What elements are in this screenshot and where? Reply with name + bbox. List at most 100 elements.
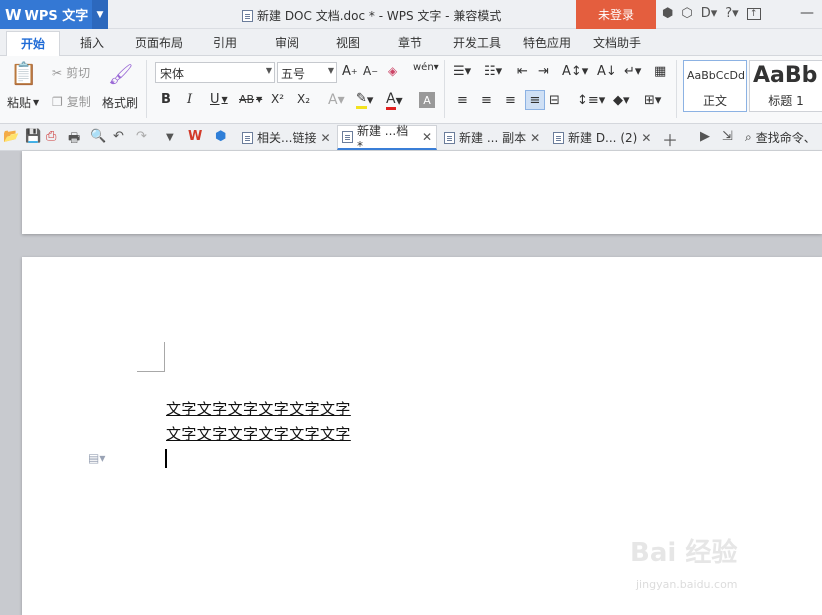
chevron-down-icon: ▼ [327,66,334,75]
borders-icon[interactable]: ⊞▾ [644,93,661,108]
redo-icon[interactable]: ↷ [136,129,147,144]
doc-tab[interactable]: 新建 ... 副本 ✕ [440,125,544,150]
page-previous[interactable] [22,151,822,234]
clear-format-icon[interactable]: ◈ [388,64,397,78]
close-icon[interactable]: ✕ [530,131,540,145]
line-spacing-icon[interactable]: ↕≡▾ [577,93,605,108]
document-icon [444,131,455,144]
wps-app-menu-button[interactable]: W WPS 文字 ▼ [0,0,108,29]
menu-bar: 开始 插入 页面布局 引用 审阅 视图 章节 开发工具 特色应用 文档助手 [0,29,822,57]
document-text-line[interactable]: 文字文字文字文字文字文字 [166,398,351,419]
tab-references[interactable]: 引用 [213,34,237,51]
undo-icon[interactable]: ↶ [113,129,124,144]
doc-tab-active[interactable]: 新建 ...档 * ✕ [337,124,437,153]
increase-indent-icon[interactable]: ⇥ [538,64,549,79]
divider [444,60,445,118]
wps-home-icon[interactable]: W [188,129,202,144]
login-button[interactable]: 未登录 [576,0,656,29]
tab-home[interactable]: 开始 [6,31,61,57]
grow-font-icon[interactable]: A + [342,64,358,79]
copy-button[interactable]: ❐ 复制 [52,93,91,110]
cut-button[interactable]: ✂ 剪切 [52,64,90,81]
tab-special-apps[interactable]: 特色应用 [523,34,571,51]
tab-review[interactable]: 审阅 [275,34,299,51]
app-name: WPS 文字 [24,9,89,24]
paragraph-options-icon[interactable]: ▤▾ [88,451,105,465]
highlight-icon[interactable]: ✎ ▾ [356,91,373,109]
justify-icon[interactable]: ≡ [525,90,545,110]
table-icon[interactable]: ▦ [654,64,666,79]
subscript-button[interactable]: X₂ [297,92,310,106]
window-title-text: 新建 DOC 文档.doc * - WPS 文字 - 兼容模式 [257,9,502,23]
bullet-list-icon[interactable]: ☰▾ [453,64,471,79]
format-painter-button[interactable]: 格式刷 [102,94,138,111]
align-right-icon[interactable]: ≡ [505,93,516,108]
close-icon[interactable]: ✕ [320,131,330,145]
save-icon[interactable]: 💾 [25,129,41,144]
close-icon[interactable]: ✕ [422,130,432,144]
tab-developer[interactable]: 开发工具 [453,34,501,51]
watermark-url: jingyan.baidu.com [636,578,738,591]
document-icon [242,131,253,144]
maximize-window-icon[interactable]: ↑ [746,7,761,20]
print-preview-icon[interactable]: 🔍 [90,129,106,144]
tab-insert[interactable]: 插入 [80,34,104,51]
underline-button[interactable]: U ▼ [210,92,228,107]
cloud-icon[interactable]: ⬡ [681,6,692,21]
tab-section[interactable]: 章节 [398,34,422,51]
doc-tab[interactable]: 新建 D... (2) ✕ [549,125,655,150]
decrease-indent-icon[interactable]: ⇤ [517,64,528,79]
minimize-button[interactable]: — [800,5,816,23]
paste-icon[interactable]: 📋 [10,62,37,87]
tab-page-layout[interactable]: 页面布局 [135,34,183,51]
chevron-down-icon[interactable]: ▼ [166,132,174,143]
share-icon[interactable]: ⇲ [722,129,733,144]
align-center-icon[interactable]: ≡ [481,93,492,108]
print-icon[interactable]: 🖶 [68,129,80,151]
paragraph-mark-icon[interactable]: ↵▾ [624,64,641,79]
text-direction-icon[interactable]: A↕▾ [562,64,588,79]
text-effect-icon[interactable]: A▾ [328,92,345,108]
font-color-icon[interactable]: A ▾ [386,91,403,110]
doc-tab[interactable]: 相关...链接 ✕ [238,125,335,150]
close-icon[interactable]: ✕ [641,131,651,145]
chevron-down-icon[interactable]: ▼ [92,0,108,29]
align-left-icon[interactable]: ≡ [457,93,468,108]
superscript-button[interactable]: X² [271,92,284,106]
document-icon [553,131,564,144]
style-heading-1[interactable]: AaBb 标题 1 [749,60,822,112]
distributed-align-icon[interactable]: ⊟ [549,93,560,108]
italic-button[interactable]: I [187,92,192,107]
cube-icon[interactable]: ⬢ [215,129,226,144]
font-name-select[interactable]: 宋体 ▼ [155,62,275,83]
window-title: 新建 DOC 文档.doc * - WPS 文字 - 兼容模式 [242,7,501,24]
shrink-font-icon[interactable]: A − [363,64,378,78]
export-pdf-icon[interactable]: ⎙ [46,129,56,144]
help-icon[interactable]: ?▾ [725,6,738,21]
style-label: 标题 1 [768,94,804,108]
sort-icon[interactable]: A↓ [597,64,617,79]
char-shading-icon[interactable]: A [419,92,435,108]
tab-doc-assistant[interactable]: 文档助手 [593,34,641,51]
title-bar: W WPS 文字 ▼ 新建 DOC 文档.doc * - WPS 文字 - 兼容… [0,0,822,29]
new-tab-icon[interactable]: ＋ [662,127,678,151]
play-icon[interactable]: ▶ [700,129,710,144]
pinyin-icon[interactable]: wén▾ [413,62,439,73]
style-normal[interactable]: AaBbCcDd 正文 [683,60,747,112]
tab-view[interactable]: 视图 [336,34,360,51]
numbered-list-icon[interactable]: ☷▾ [484,64,502,79]
paste-button[interactable]: 粘贴 ▼ [7,94,39,111]
style-preview: AaBb [753,63,818,88]
skin-icon[interactable]: ⬢ [662,6,673,21]
bold-button[interactable]: B [161,92,171,107]
format-painter-icon[interactable]: 🖌 [108,62,133,86]
search-command[interactable]: ⌕ 查找命令、 [745,129,816,146]
paragraph-shading-icon[interactable]: ◆▾ [613,93,630,108]
strikethrough-button[interactable]: AB ▼ [239,93,262,106]
document-text-line[interactable]: 文字文字文字文字文字文字 [166,423,351,444]
open-folder-icon[interactable]: 📂 [3,129,19,144]
feedback-icon[interactable]: D▾ [701,6,718,21]
font-size-select[interactable]: 五号 ▼ [277,62,337,83]
document-icon [242,9,253,22]
search-icon: ⌕ [745,130,752,144]
